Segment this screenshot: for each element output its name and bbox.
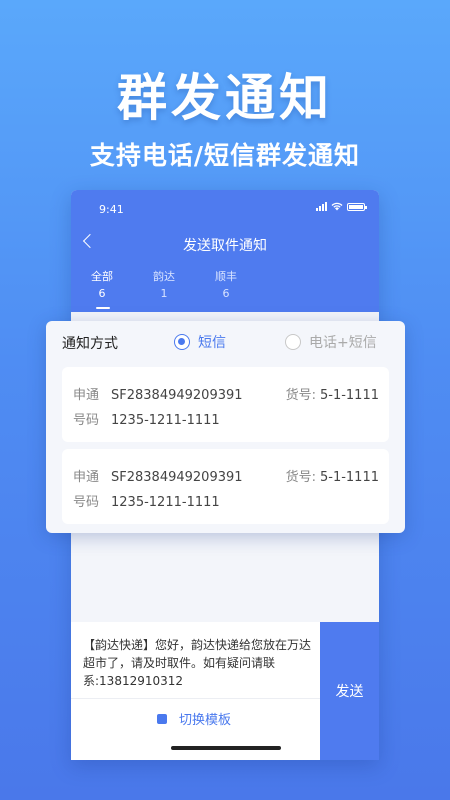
hero-subtitle: 支持电话/短信群发通知 (89, 141, 361, 170)
radio-selected-icon (174, 334, 190, 350)
radio-phone-sms[interactable]: 电话+短信 (285, 332, 377, 352)
tab-count: 6 (222, 287, 230, 300)
radio-label: 电话+短信 (309, 335, 377, 351)
courier-name: 申通 (73, 388, 100, 403)
phone-label: 号码 (73, 495, 100, 510)
active-tab-indicator (96, 307, 110, 309)
radio-sms[interactable]: 短信 (174, 332, 226, 352)
tab-shunfeng[interactable]: 顺丰 6 (195, 269, 257, 301)
notify-method-label: 通知方式 (62, 336, 118, 352)
phone-number: 1235-1211-1111 (111, 495, 220, 510)
message-panel: 【韵达快递】您好，韵达快递给您放在万达超市了，请及时取件。如有疑问请联系:138… (71, 622, 320, 760)
notify-card: 通知方式 短信 电话+短信 申通 SF28384949209391 货号: 5-1-… (46, 321, 405, 533)
page-title: 发送取件通知 (183, 238, 267, 254)
tracking-number: SF28384949209391 (111, 470, 243, 485)
switch-template-button[interactable]: 切换模板 (157, 709, 231, 728)
tracking-row: 申通 SF28384949209391 (73, 466, 243, 485)
slot-value: 5-1-1111 (319, 470, 379, 485)
hero-title: 群发通知 (117, 69, 333, 127)
slot-number: 货号: 5-1-1111 (286, 466, 379, 485)
package-item[interactable]: 申通 SF28384949209391 货号: 5-1-1111 号码 1235-12… (62, 449, 389, 524)
tab-yunda[interactable]: 韵达 1 (133, 269, 195, 301)
phone-label: 号码 (73, 413, 100, 428)
home-indicator (171, 746, 281, 750)
wifi-icon (331, 202, 343, 211)
slot-value: 5-1-1111 (319, 388, 379, 403)
tracking-number: SF28384949209391 (111, 388, 243, 403)
tracking-row: 申通 SF28384949209391 (73, 384, 243, 403)
slot-label: 货号: (285, 470, 316, 485)
courier-tabs: 全部 6 韵达 1 顺丰 6 (71, 269, 379, 301)
tab-label: 全部 (91, 270, 113, 283)
phone-row: 号码 1235-1211-1111 (73, 491, 220, 510)
package-item[interactable]: 申通 SF28384949209391 货号: 5-1-1111 号码 1235-12… (62, 367, 389, 442)
tab-count: 6 (98, 287, 106, 300)
slot-number: 货号: 5-1-1111 (286, 384, 379, 403)
status-time: 9:41 (99, 203, 124, 216)
divider (71, 698, 320, 699)
battery-icon (347, 202, 367, 211)
phone-number: 1235-1211-1111 (111, 413, 220, 428)
status-icons (316, 202, 367, 211)
send-button[interactable]: 发送 (320, 622, 379, 760)
switch-template-label: 切换模板 (179, 713, 232, 728)
app-header: 9:41 发送取件通知 全部 6 韵达 1 顺丰 6 (71, 190, 379, 312)
slot-label: 货号: (285, 388, 316, 403)
template-icon (157, 713, 167, 724)
phone-row: 号码 1235-1211-1111 (73, 409, 220, 428)
tab-all[interactable]: 全部 6 (71, 269, 133, 301)
courier-name: 申通 (73, 470, 100, 485)
tab-count: 1 (160, 287, 168, 300)
radio-unselected-icon (285, 334, 301, 350)
message-text[interactable]: 【韵达快递】您好，韵达快递给您放在万达超市了，请及时取件。如有疑问请联系:138… (83, 636, 311, 690)
tab-label: 顺丰 (215, 270, 237, 283)
radio-label: 短信 (198, 335, 226, 351)
tab-label: 韵达 (153, 270, 175, 283)
signal-icon (316, 202, 327, 211)
